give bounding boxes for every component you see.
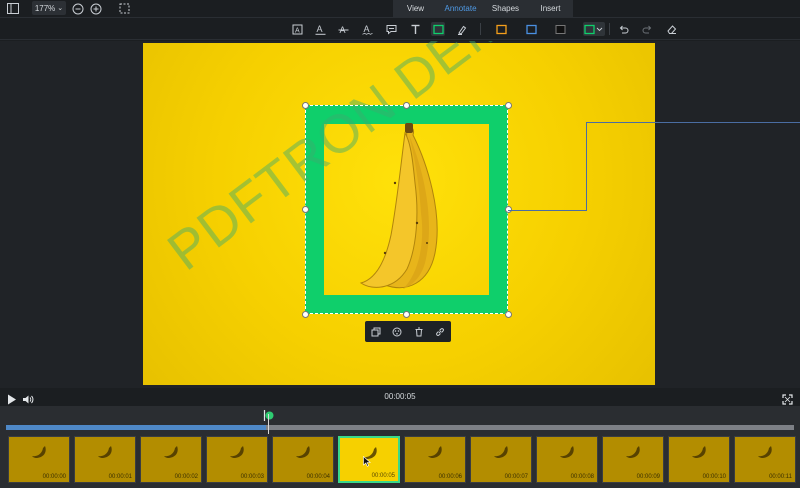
banana-thumbnail-icon (692, 446, 706, 458)
frame-timestamp: 00:00:02 (174, 474, 198, 480)
tab-insert[interactable]: Insert (528, 0, 573, 17)
resize-handle-bottom-left[interactable] (302, 311, 309, 318)
annotation-toolbar: A A A A (0, 17, 800, 40)
timeline-frame[interactable]: 00:00:07 (470, 436, 532, 483)
banana-thumbnail-icon (560, 446, 574, 458)
link-connector (586, 122, 587, 211)
frame-timestamp: 00:00:09 (636, 474, 660, 480)
frame-timestamp: 00:00:05 (371, 473, 395, 479)
timeline-marker-icon[interactable] (263, 408, 275, 421)
timeline-frame[interactable]: 00:00:00 (8, 436, 70, 483)
frame-timestamp: 00:00:00 (42, 474, 66, 480)
palette-icon[interactable] (392, 326, 403, 337)
current-time: 00:00:05 (384, 392, 416, 401)
top-bar: 177% ⌄ View Annotate Shapes Insert (0, 0, 800, 17)
tab-annotate[interactable]: Annotate (438, 0, 483, 17)
banana-thumbnail-icon (494, 446, 508, 458)
eraser-icon[interactable] (664, 22, 678, 36)
banana-thumbnail-icon (428, 446, 442, 458)
banana-thumbnail-icon (758, 446, 772, 458)
toggle-panel-icon[interactable] (6, 2, 20, 15)
svg-text:A: A (295, 27, 300, 34)
timeline-frame[interactable]: 00:00:04 (272, 436, 334, 483)
annotation-popup (365, 321, 451, 342)
comment-icon[interactable] (384, 22, 398, 36)
timeline-frame[interactable]: 00:00:08 (536, 436, 598, 483)
frame-timestamp: 00:00:08 (570, 474, 594, 480)
mouse-cursor-icon (363, 454, 371, 472)
timeline: 00:00:00 00:00:01 00:00:02 00:00:03 00:00:04… (0, 406, 800, 488)
banana-thumbnail-icon (164, 446, 178, 458)
link-icon[interactable] (435, 326, 446, 337)
playback-controls: 00:00:05 (0, 388, 800, 406)
frame-timestamp: 00:00:03 (240, 474, 264, 480)
ribbon-tabs: View Annotate Shapes Insert (393, 0, 573, 17)
toolbar-divider (609, 23, 610, 35)
frame-timestamp: 00:00:04 (306, 474, 330, 480)
resize-handle-left[interactable] (302, 206, 309, 213)
frame-timestamp: 00:00:06 (438, 474, 462, 480)
free-text-icon[interactable] (408, 22, 422, 36)
tab-view[interactable]: View (393, 0, 438, 17)
squiggly-icon[interactable]: A (360, 22, 374, 36)
timeline-frame[interactable]: 00:00:09 (602, 436, 664, 483)
marquee-select-icon[interactable] (119, 2, 131, 14)
rectangle-blue-preset-icon[interactable] (524, 22, 538, 36)
timeline-frame[interactable]: 00:00:03 (206, 436, 268, 483)
banana-thumbnail-icon (296, 446, 310, 458)
resize-handle-bottom[interactable] (403, 311, 410, 318)
strikethrough-icon[interactable]: A (336, 22, 350, 36)
resize-handle-top-left[interactable] (302, 102, 309, 109)
frame-timestamp: 00:00:07 (504, 474, 528, 480)
select-text-icon[interactable]: A (290, 22, 304, 36)
svg-text:A: A (363, 24, 369, 34)
timeline-frame[interactable]: 00:00:02 (140, 436, 202, 483)
resize-handle-bottom-right[interactable] (505, 311, 512, 318)
tab-shapes[interactable]: Shapes (483, 0, 528, 17)
selection-box[interactable] (305, 105, 508, 314)
banana-thumbnail-icon (32, 446, 46, 458)
timeline-progress (6, 425, 266, 430)
undo-icon[interactable] (616, 22, 630, 36)
zoom-out-icon[interactable] (72, 2, 84, 15)
frame-timestamp: 00:00:11 (769, 474, 792, 480)
svg-text:A: A (316, 24, 322, 34)
toolbar-divider (480, 23, 481, 35)
banana-thumbnail-icon (98, 446, 112, 458)
link-connector (586, 122, 800, 123)
timeline-frame[interactable]: 00:00:01 (74, 436, 136, 483)
rectangle-orange-preset-icon[interactable] (494, 22, 508, 36)
document-canvas[interactable]: PDFTRON DEMO (0, 41, 800, 388)
frame-strip: 00:00:00 00:00:01 00:00:02 00:00:03 00:00:04… (8, 436, 800, 484)
frame-timestamp: 00:00:10 (702, 474, 726, 480)
group-icon[interactable] (370, 326, 381, 337)
zoom-in-icon[interactable] (90, 2, 102, 15)
link-connector (508, 210, 586, 211)
redo-icon[interactable] (640, 22, 654, 36)
zoom-dropdown[interactable]: 177% ⌄ (32, 1, 66, 15)
delete-icon[interactable] (413, 326, 424, 337)
frame-timestamp: 00:00:01 (108, 474, 132, 480)
banana-thumbnail-icon (230, 446, 244, 458)
chevron-down-icon: ⌄ (57, 5, 64, 12)
highlighter-icon[interactable] (455, 22, 469, 36)
banana-thumbnail-icon (626, 446, 640, 458)
timeline-frame[interactable]: 00:00:10 (668, 436, 730, 483)
rectangle-black-preset-icon[interactable] (553, 22, 567, 36)
timeline-frame[interactable]: 00:00:11 (734, 436, 796, 483)
rectangle-icon[interactable] (431, 22, 445, 36)
rectangle-green-preset-icon[interactable] (583, 22, 605, 36)
zoom-value: 177% (34, 3, 56, 13)
resize-handle-top[interactable] (403, 102, 410, 109)
underline-icon[interactable]: A (313, 22, 327, 36)
resize-handle-top-right[interactable] (505, 102, 512, 109)
playhead[interactable] (268, 414, 269, 434)
timeline-frame[interactable]: 00:00:06 (404, 436, 466, 483)
